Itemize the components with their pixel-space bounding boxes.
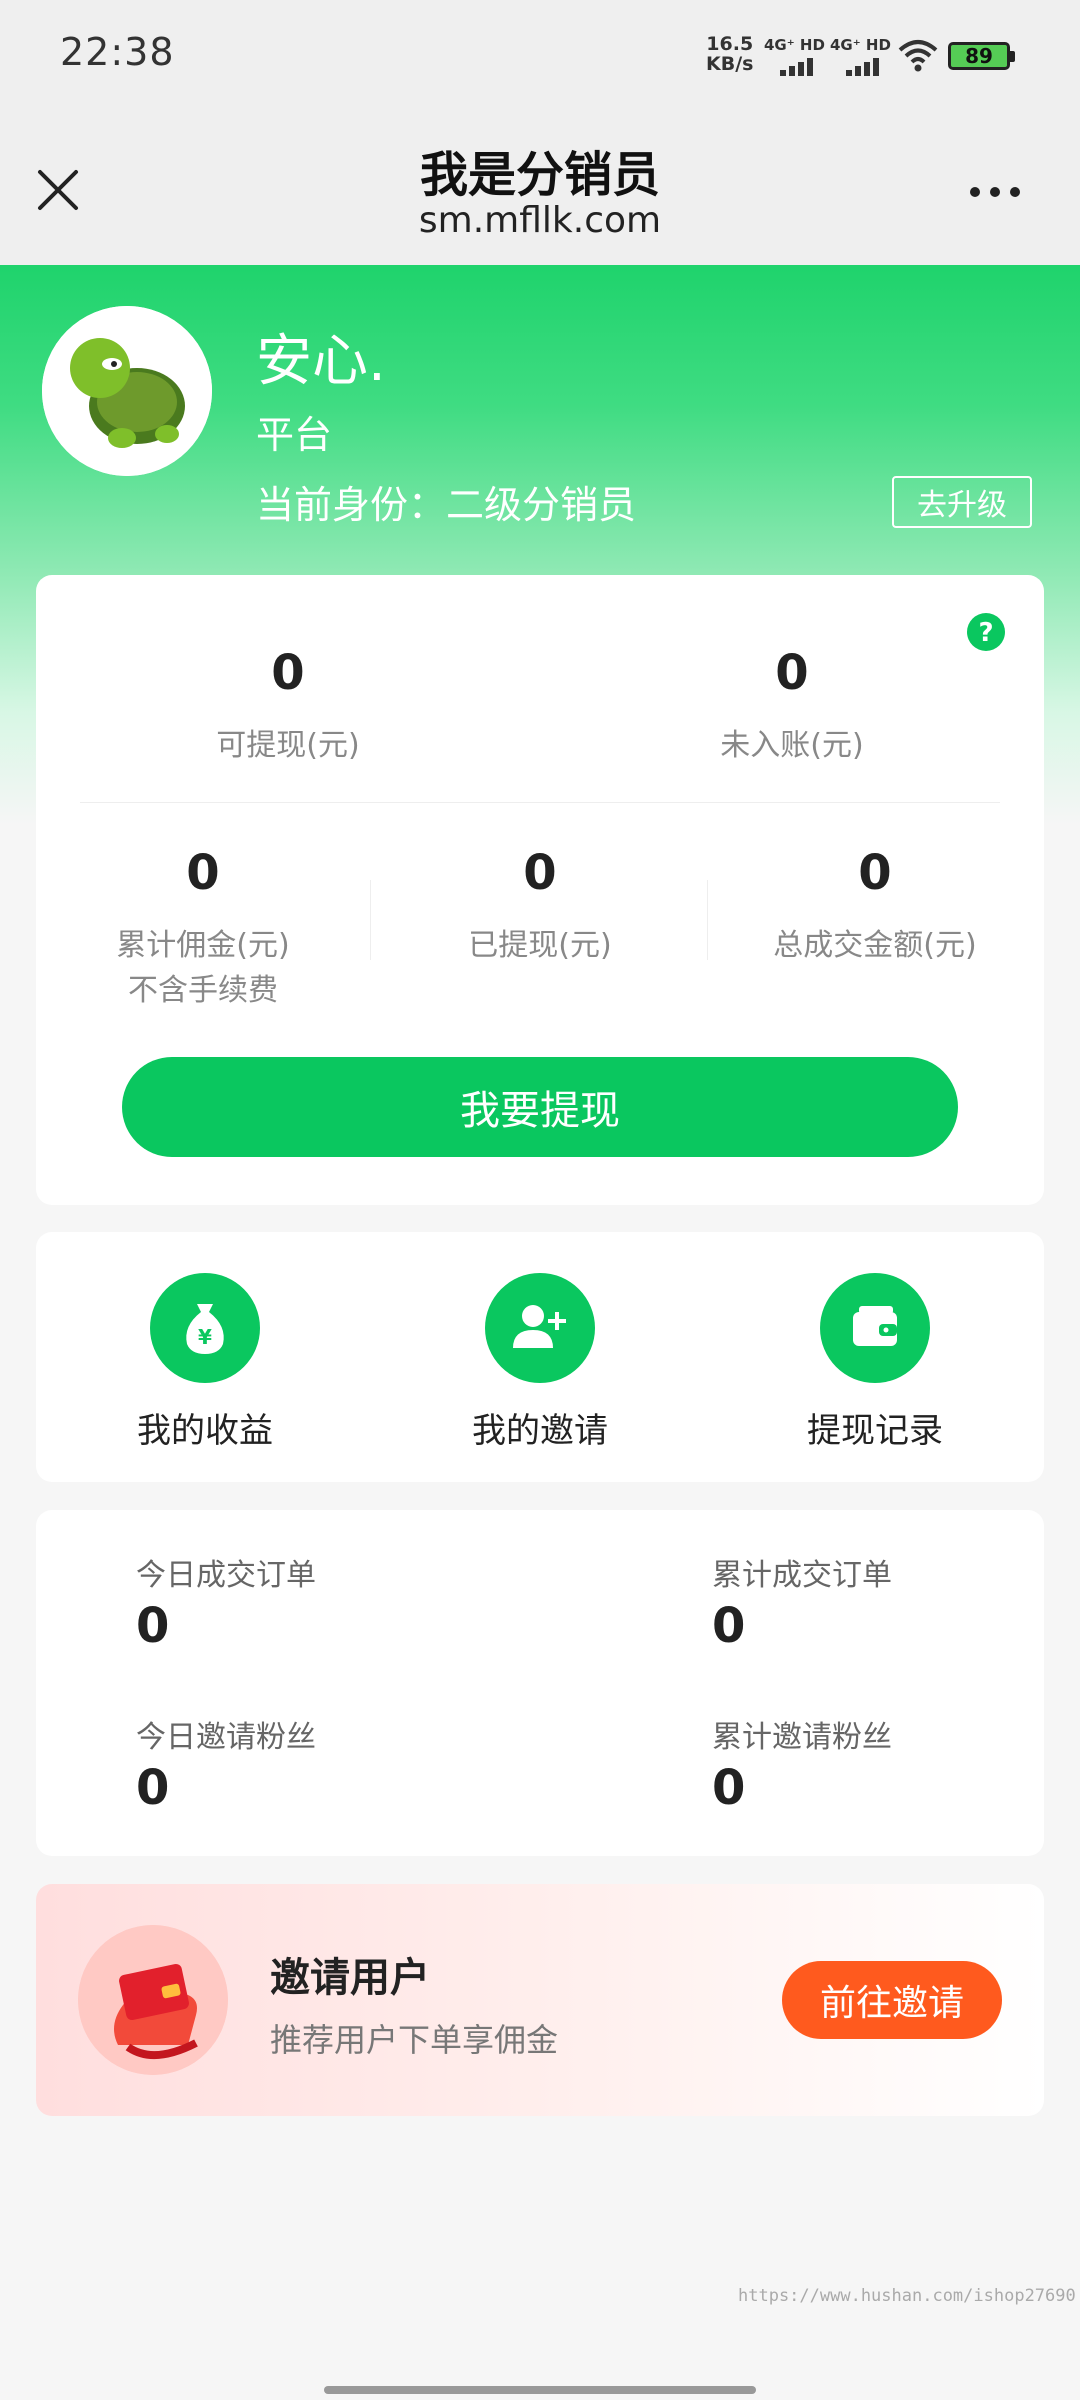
cellular-signal-1: 4G⁺ HD	[764, 36, 836, 76]
network-speed: 16.5 KB/s	[706, 34, 753, 74]
signal-bars-icon	[780, 58, 813, 76]
go-invite-button[interactable]: 前往邀请	[782, 1961, 1002, 2039]
vertical-divider	[707, 880, 708, 960]
signal-bars-icon	[846, 58, 879, 76]
red-envelope-icon	[78, 1925, 228, 2075]
withdrawn-label: 已提现(元)	[468, 928, 612, 963]
wallet-icon	[820, 1273, 930, 1383]
withdraw-button[interactable]: 我要提现	[122, 1057, 958, 1157]
total-commission-label: 累计佣金(元)	[116, 928, 290, 963]
vertical-divider	[370, 880, 371, 960]
svg-text:¥: ¥	[198, 1325, 212, 1349]
turtle-avatar-icon	[42, 306, 212, 476]
withdrawn-value: 0	[523, 845, 557, 901]
upgrade-button[interactable]: 去升级	[892, 476, 1032, 528]
battery-level: 89	[965, 44, 993, 68]
today-fans-label: 今日邀请粉丝	[136, 1720, 316, 1755]
signal-1-label: 4G⁺ HD	[764, 36, 825, 54]
network-speed-unit: KB/s	[706, 53, 754, 75]
my-invites-button[interactable]: 我的邀请	[455, 1273, 625, 1463]
battery-icon: 89	[948, 42, 1018, 72]
total-orders-label: 累计成交订单	[712, 1558, 892, 1593]
today-orders-value: 0	[136, 1598, 170, 1654]
total-commission-value: 0	[186, 845, 220, 901]
more-button[interactable]	[960, 172, 1030, 212]
money-bag-icon: ¥	[150, 1273, 260, 1383]
status-time: 22:38	[60, 30, 175, 74]
withdraw-records-button[interactable]: 提现记录	[790, 1273, 960, 1463]
watermark: https://www.hushan.com/ishop27690	[738, 2286, 1076, 2306]
page-url: sm.mfllk.com	[418, 200, 662, 241]
today-orders-label: 今日成交订单	[136, 1558, 316, 1593]
divider	[80, 802, 1000, 803]
user-role: 当前身份：二级分销员	[256, 483, 637, 527]
user-name: 安心.	[256, 329, 386, 394]
total-fans-value: 0	[712, 1760, 746, 1816]
page-title: 我是分销员	[419, 147, 660, 203]
home-indicator[interactable]	[324, 2386, 756, 2394]
pending-value: 0	[775, 645, 809, 701]
user-platform: 平台	[256, 413, 333, 457]
available-value: 0	[271, 645, 305, 701]
my-earnings-button[interactable]: ¥ 我的收益	[120, 1273, 290, 1463]
cellular-signal-2: 4G⁺ HD	[830, 36, 902, 76]
invite-title: 邀请用户	[270, 1955, 430, 2001]
my-invites-label: 我的邀请	[472, 1411, 608, 1451]
total-fans-label: 累计邀请粉丝	[712, 1720, 892, 1755]
question-icon[interactable]: ?	[966, 612, 1006, 652]
my-earnings-label: 我的收益	[137, 1411, 273, 1451]
wifi-icon	[898, 38, 938, 74]
today-fans-value: 0	[136, 1760, 170, 1816]
svg-text:?: ?	[978, 618, 993, 648]
avatar[interactable]	[42, 306, 212, 476]
pending-label: 未入账(元)	[720, 728, 864, 763]
total-commission-note: 不含手续费	[128, 973, 278, 1008]
network-speed-value: 16.5	[706, 33, 754, 55]
total-amount-value: 0	[858, 845, 892, 901]
total-orders-value: 0	[712, 1598, 746, 1654]
available-label: 可提现(元)	[216, 728, 360, 763]
signal-2-label: 4G⁺ HD	[830, 36, 891, 54]
invite-subtitle: 推荐用户下单享佣金	[270, 2021, 559, 2059]
withdraw-records-label: 提现记录	[807, 1411, 943, 1451]
add-user-icon	[485, 1273, 595, 1383]
total-amount-label: 总成交金额(元)	[773, 928, 977, 963]
more-icon	[970, 187, 980, 197]
